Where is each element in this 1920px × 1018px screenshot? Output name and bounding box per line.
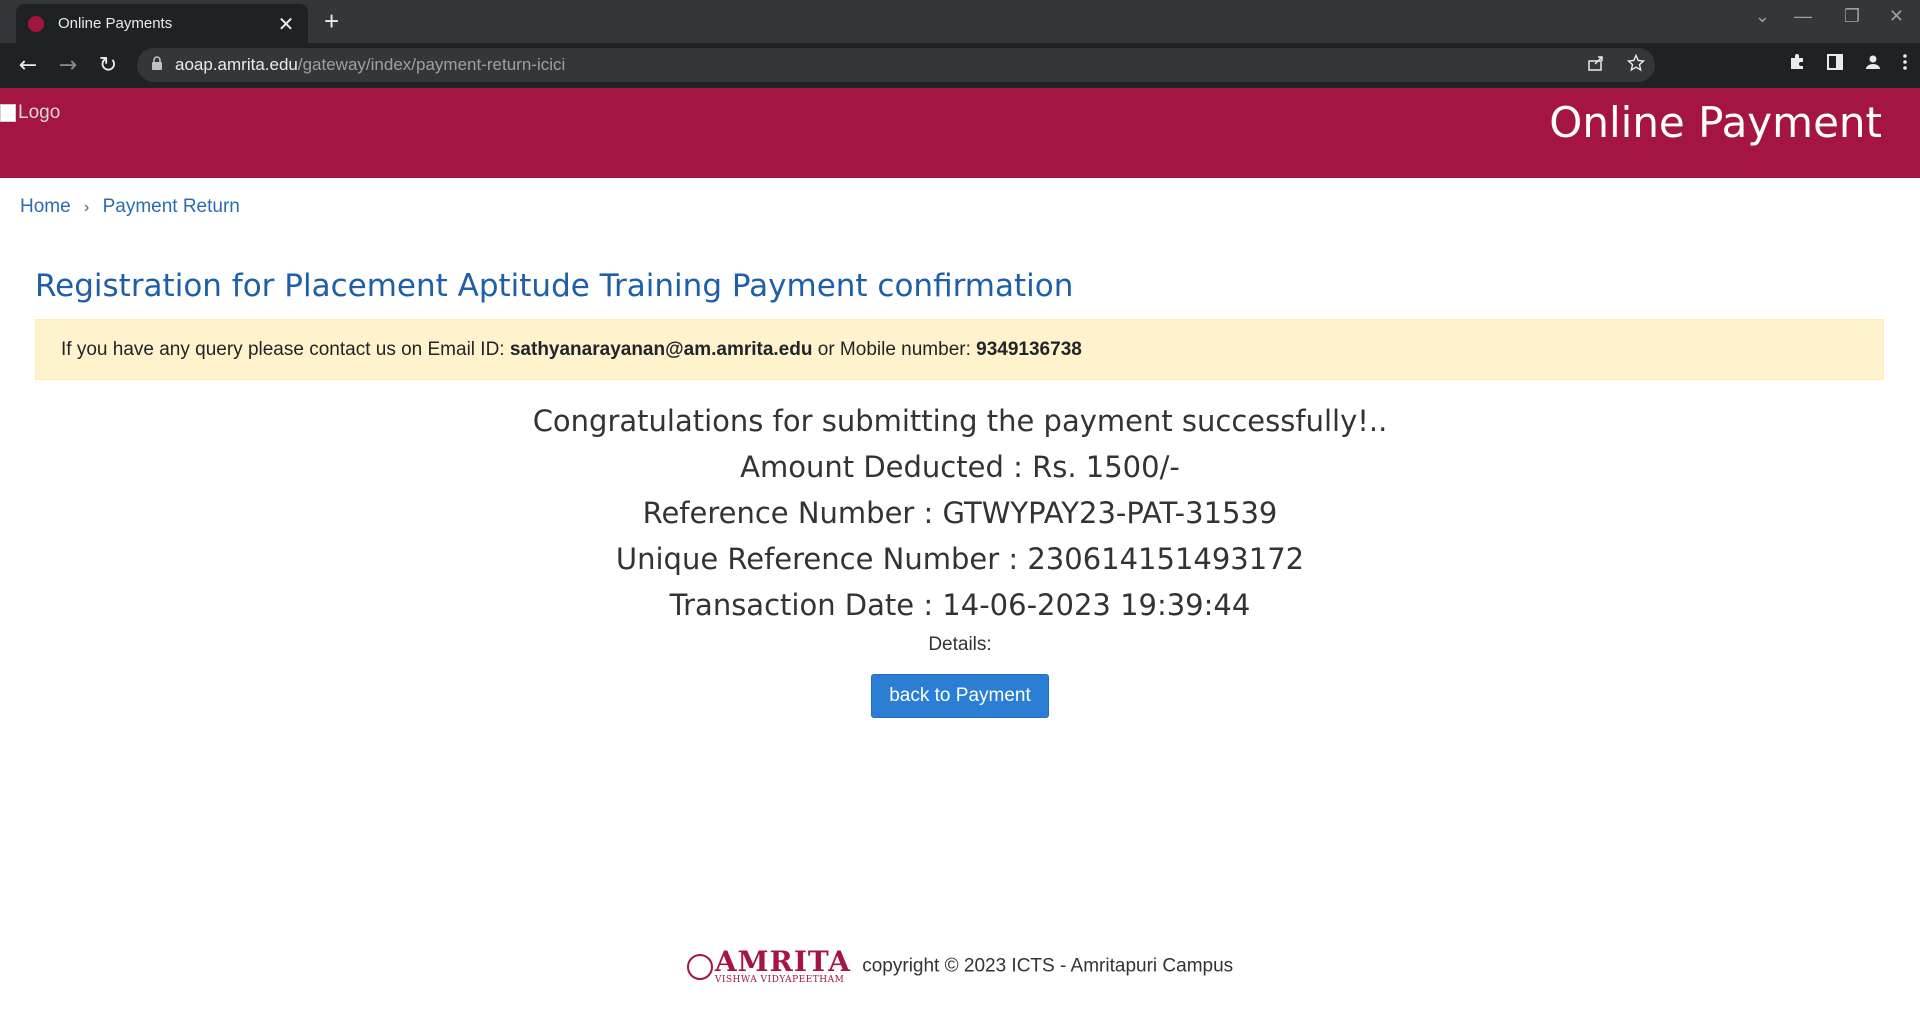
browser-toolbar: ← → ↻ aoap.amrita.edu/gateway/index/paym…	[0, 43, 1920, 88]
tab-search-icon[interactable]: ⌄	[1755, 6, 1770, 27]
restore-icon[interactable]: ❐	[1844, 6, 1860, 27]
extension-area	[1788, 53, 1908, 76]
window-close-icon[interactable]: ✕	[1889, 6, 1904, 27]
browser-tab-strip: Online Payments ✕ + ⌄ — ❐ ✕	[0, 0, 1920, 43]
address-bar[interactable]: aoap.amrita.edu/gateway/index/payment-re…	[137, 48, 1655, 82]
star-icon[interactable]	[1626, 53, 1646, 77]
page-title: Registration for Placement Aptitude Trai…	[35, 268, 1074, 304]
contact-alert: If you have any query please contact us …	[35, 319, 1884, 380]
tab-title: Online Payments	[58, 15, 173, 32]
payment-result: Congratulations for submitting the payme…	[0, 398, 1920, 718]
menu-icon[interactable]	[1902, 53, 1908, 76]
minimize-icon[interactable]: —	[1794, 6, 1812, 27]
broken-image-icon	[0, 103, 16, 122]
back-icon[interactable]: ←	[8, 53, 48, 78]
site-favicon-icon	[28, 15, 44, 32]
copyright-text: copyright © 2023 ICTS - Amritapuri Campu…	[862, 955, 1234, 977]
site-header: Logo Online Payment	[0, 88, 1920, 178]
chevron-right-icon: ›	[83, 199, 90, 216]
amrita-seal-icon	[686, 953, 713, 980]
alert-mobile: 9349136738	[976, 338, 1082, 360]
alert-prefix: If you have any query please contact us …	[61, 338, 510, 360]
reload-icon[interactable]: ↻	[88, 53, 128, 78]
details-label: Details:	[928, 634, 992, 655]
unique-reference-number: Unique Reference Number : 23061415149317…	[615, 542, 1305, 576]
amrita-logo: AMRITA VISHWA VIDYAPEETHAM	[686, 948, 851, 985]
alert-email: sathyanarayanan@am.amrita.edu	[509, 338, 813, 360]
alert-middle: or Mobile number:	[812, 338, 977, 360]
breadcrumb-current-link[interactable]: Payment Return	[103, 196, 240, 217]
lock-icon[interactable]	[151, 56, 163, 74]
breadcrumb-home-link[interactable]: Home	[20, 196, 71, 217]
share-icon[interactable]	[1587, 54, 1605, 77]
browser-tab[interactable]: Online Payments ✕	[16, 4, 308, 43]
profile-icon[interactable]	[1864, 53, 1882, 76]
breadcrumb: Home › Payment Return	[20, 196, 240, 218]
url-text[interactable]: aoap.amrita.edu/gateway/index/payment-re…	[175, 55, 565, 75]
site-title: Online Payment	[1549, 98, 1882, 147]
amount-deducted: Amount Deducted : Rs. 1500/-	[740, 450, 1180, 484]
congrats-message: Congratulations for submitting the payme…	[532, 404, 1388, 438]
tab-close-icon[interactable]: ✕	[276, 12, 296, 36]
forward-icon[interactable]: →	[48, 53, 88, 78]
logo-image[interactable]: Logo	[0, 102, 60, 124]
reference-number: Reference Number : GTWYPAY23-PAT-31539	[642, 496, 1278, 530]
back-to-payment-button[interactable]: back to Payment	[871, 674, 1049, 718]
puzzle-icon[interactable]	[1788, 53, 1806, 76]
footer: AMRITA VISHWA VIDYAPEETHAM copyright © 20…	[0, 948, 1920, 985]
sidepanel-icon[interactable]	[1826, 53, 1844, 76]
new-tab-button[interactable]: +	[324, 6, 339, 37]
transaction-date: Transaction Date : 14-06-2023 19:39:44	[669, 588, 1251, 622]
